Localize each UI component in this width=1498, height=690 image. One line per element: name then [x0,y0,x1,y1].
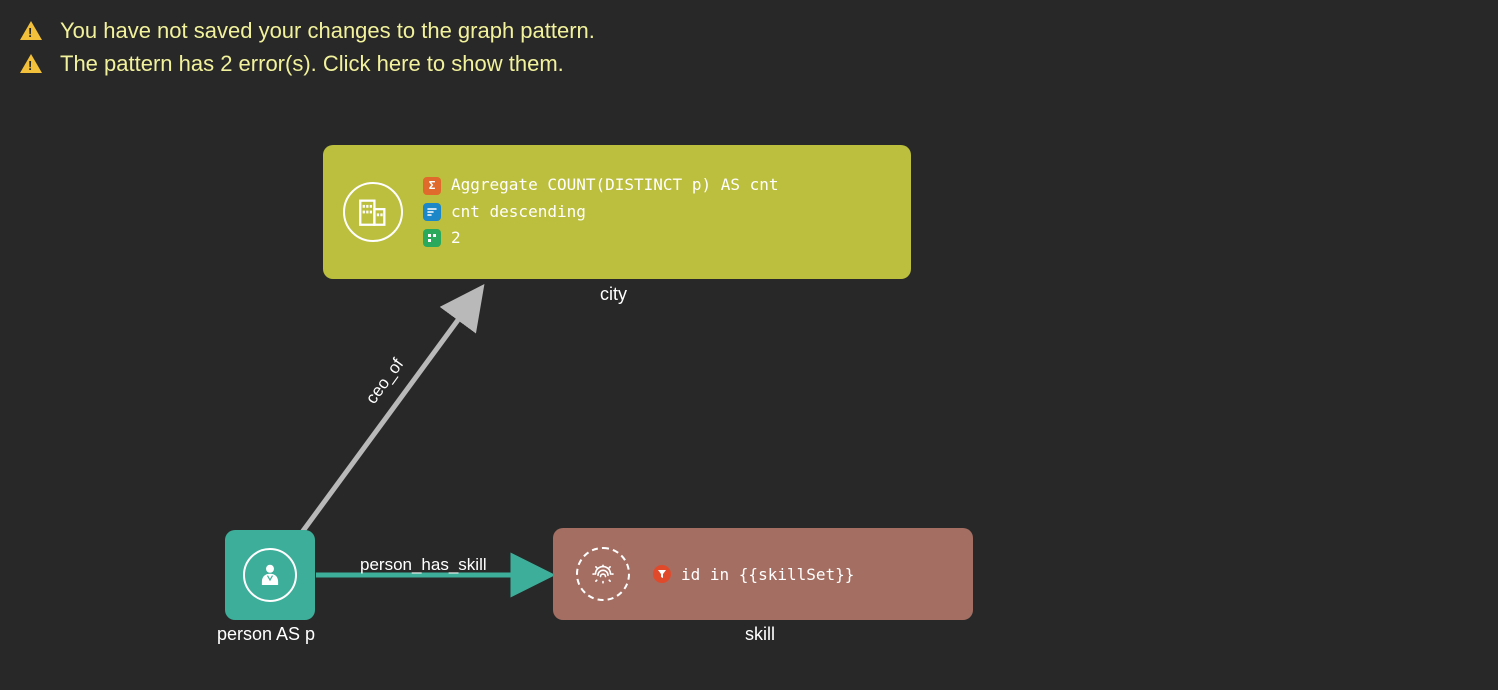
node-label-skill: skill [745,624,775,645]
warning-unsaved[interactable]: You have not saved your changes to the g… [20,14,1478,47]
limit-row[interactable]: 2 [423,225,779,251]
sort-text: cnt descending [451,199,586,225]
edge-label-person_has_skill: person_has_skill [360,555,487,575]
aggregate-row[interactable]: Σ Aggregate COUNT(DISTINCT p) AS cnt [423,172,779,198]
warning-icon [20,21,42,40]
node-city[interactable]: Σ Aggregate COUNT(DISTINCT p) AS cnt cnt… [323,145,911,279]
node-person[interactable] [225,530,315,620]
person-icon [243,548,297,602]
filter-icon [653,565,671,583]
node-skill[interactable]: id in {{skillSet}} [553,528,973,620]
warning-errors[interactable]: The pattern has 2 error(s). Click here t… [20,47,1478,80]
warning-icon [20,54,42,73]
warning-text: You have not saved your changes to the g… [60,14,595,47]
fingerprint-icon [576,547,630,601]
graph-canvas[interactable]: ceo_of person_has_skill [0,0,1498,690]
sigma-icon: Σ [423,177,441,195]
edge-ceo_of[interactable] [300,290,480,535]
node-label-city: city [600,284,627,305]
limit-icon [423,229,441,247]
sort-icon [423,203,441,221]
limit-text: 2 [451,225,461,251]
filter-row[interactable]: id in {{skillSet}} [653,565,854,584]
warning-banner: You have not saved your changes to the g… [0,0,1498,80]
filter-text: id in {{skillSet}} [681,565,854,584]
node-label-person: person AS p [217,624,315,645]
sort-row[interactable]: cnt descending [423,199,779,225]
warning-text: The pattern has 2 error(s). Click here t… [60,47,564,80]
aggregate-text: Aggregate COUNT(DISTINCT p) AS cnt [451,172,779,198]
building-icon [343,182,403,242]
